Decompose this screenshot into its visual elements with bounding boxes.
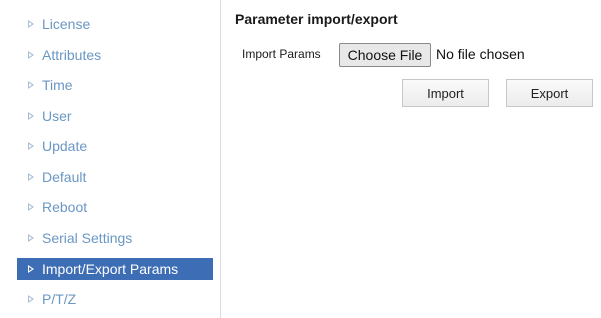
page-title: Parameter import/export	[235, 11, 398, 27]
triangle-right-icon	[28, 112, 34, 120]
sidebar-item-serial-settings[interactable]: Serial Settings	[17, 227, 213, 249]
choose-file-button[interactable]: Choose File	[339, 43, 431, 67]
sidebar-item-user[interactable]: User	[17, 105, 213, 127]
sidebar-item-time[interactable]: Time	[17, 74, 213, 96]
sidebar-item-label: User	[42, 108, 72, 124]
triangle-right-icon	[28, 81, 34, 89]
sidebar-item-ptz[interactable]: P/T/Z	[17, 288, 213, 310]
triangle-right-icon	[28, 51, 34, 59]
triangle-right-icon	[28, 265, 34, 273]
sidebar-item-reboot[interactable]: Reboot	[17, 196, 213, 218]
triangle-right-icon	[28, 142, 34, 150]
triangle-right-icon	[28, 234, 34, 242]
import-button[interactable]: Import	[402, 79, 489, 107]
sidebar-item-import-export-params[interactable]: Import/Export Params	[17, 258, 213, 280]
sidebar-item-label: Import/Export Params	[42, 261, 179, 277]
sidebar-item-label: Attributes	[42, 47, 102, 63]
sidebar-item-label: P/T/Z	[42, 291, 77, 307]
sidebar: License Attributes Time User Update Defa…	[0, 0, 221, 318]
file-status-text: No file chosen	[436, 46, 525, 62]
sidebar-item-default[interactable]: Default	[17, 166, 213, 188]
sidebar-item-label: License	[42, 16, 91, 32]
triangle-right-icon	[28, 173, 34, 181]
main-panel: Parameter import/export Import Params Ch…	[221, 0, 601, 318]
export-button[interactable]: Export	[506, 79, 593, 107]
sidebar-item-label: Update	[42, 138, 88, 154]
import-params-label: Import Params	[242, 47, 321, 61]
sidebar-item-label: Reboot	[42, 199, 88, 215]
sidebar-item-label: Serial Settings	[42, 230, 133, 246]
sidebar-item-label: Time	[42, 77, 73, 93]
sidebar-item-license[interactable]: License	[17, 13, 213, 35]
triangle-right-icon	[28, 295, 34, 303]
sidebar-item-attributes[interactable]: Attributes	[17, 44, 213, 66]
sidebar-item-label: Default	[42, 169, 87, 185]
triangle-right-icon	[28, 203, 34, 211]
triangle-right-icon	[28, 20, 34, 28]
sidebar-item-update[interactable]: Update	[17, 135, 213, 157]
